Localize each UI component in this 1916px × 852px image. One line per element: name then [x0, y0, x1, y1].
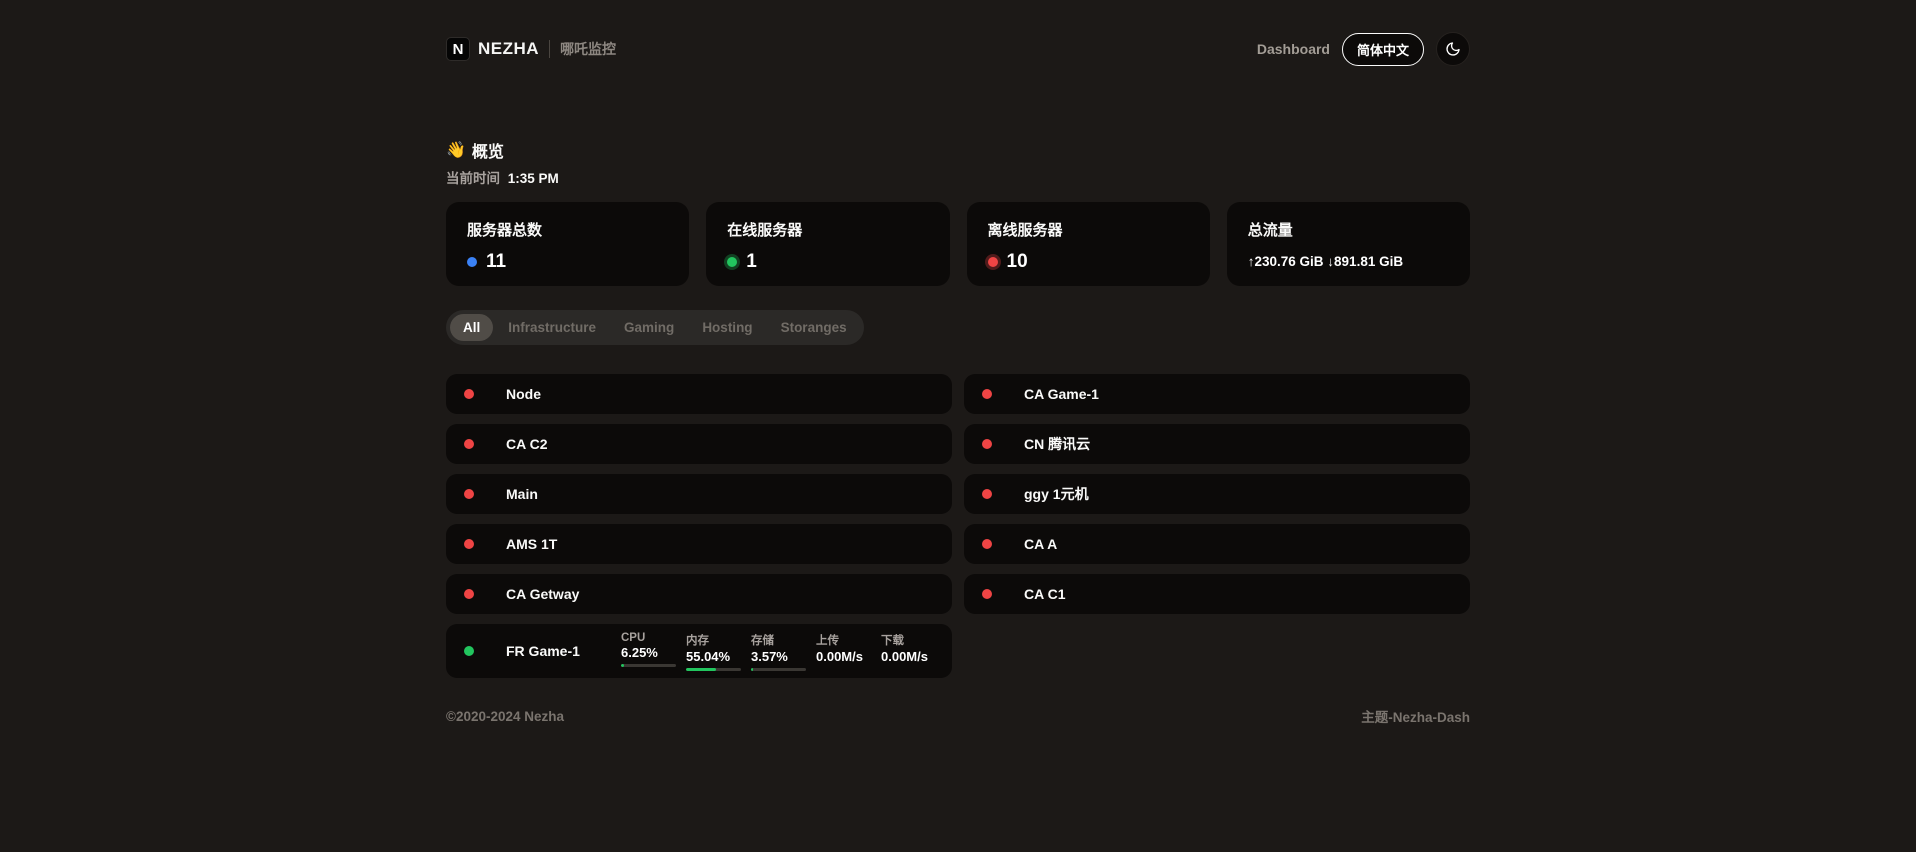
- server-row-fr-game-1[interactable]: FR Game-1 CPU 6.25% 内存 55.04% 存储 3.57%: [446, 624, 952, 678]
- logo-letter: N: [453, 41, 464, 58]
- offline-status-dot: [464, 439, 474, 449]
- stat-card-total-servers[interactable]: 服务器总数 11: [446, 202, 689, 286]
- stat-card-label: 离线服务器: [988, 219, 1189, 240]
- tab-storanges[interactable]: Storanges: [768, 314, 860, 341]
- server-row-ca-game-1[interactable]: CA Game-1: [964, 374, 1470, 414]
- stat-value: 6.25%: [621, 645, 678, 660]
- server-row-cn-tencent[interactable]: CN 腾讯云: [964, 424, 1470, 464]
- online-status-dot: [464, 646, 474, 656]
- offline-status-dot: [982, 439, 992, 449]
- red-status-dot: [988, 257, 998, 267]
- current-time: 当前时间 1:35 PM: [446, 167, 1470, 187]
- server-row-ca-c1[interactable]: CA C1: [964, 574, 1470, 614]
- storage-progress-bar: [751, 668, 806, 671]
- offline-status-dot: [982, 589, 992, 599]
- stat-card-offline-servers[interactable]: 离线服务器 10: [967, 202, 1210, 286]
- tab-hosting[interactable]: Hosting: [689, 314, 765, 341]
- page-title: 👋 概览: [446, 138, 1470, 162]
- stat-card-value: 10: [1007, 251, 1028, 273]
- server-stats: CPU 6.25% 内存 55.04% 存储 3.57% 上传 0.00M/s: [621, 632, 938, 671]
- moon-icon: [1445, 41, 1461, 57]
- server-name: CA A: [1024, 536, 1057, 552]
- language-button[interactable]: 简体中文: [1342, 33, 1424, 66]
- stat-label: 上传: [816, 632, 873, 648]
- server-row-ca-a[interactable]: CA A: [964, 524, 1470, 564]
- server-row-ca-c2[interactable]: CA C2: [446, 424, 952, 464]
- server-name: CA Getway: [506, 586, 579, 602]
- header-actions: Dashboard 简体中文: [1257, 32, 1470, 66]
- blue-status-dot: [467, 257, 477, 267]
- memory-stat: 内存 55.04%: [686, 632, 743, 671]
- stat-label: CPU: [621, 632, 678, 644]
- offline-status-dot: [464, 489, 474, 499]
- stat-value: 0.00M/s: [881, 649, 938, 664]
- time-value: 1:35 PM: [508, 171, 559, 186]
- tab-infrastructure[interactable]: Infrastructure: [495, 314, 609, 341]
- server-name: Main: [506, 486, 538, 502]
- group-filter-tabs: All Infrastructure Gaming Hosting Storan…: [446, 310, 864, 345]
- theme-toggle-button[interactable]: [1436, 32, 1470, 66]
- brand-divider: [549, 40, 550, 58]
- stat-card-label: 服务器总数: [467, 219, 668, 240]
- stat-card-value: 1: [746, 251, 757, 273]
- tab-gaming[interactable]: Gaming: [611, 314, 687, 341]
- header: N NEZHA 哪吒监控 Dashboard 简体中文: [446, 0, 1470, 66]
- main-container: N NEZHA 哪吒监控 Dashboard 简体中文 👋 概览 当前时间: [446, 0, 1470, 726]
- stat-label: 下载: [881, 632, 938, 648]
- server-row-ggy[interactable]: ggy 1元机: [964, 474, 1470, 514]
- offline-status-dot: [982, 489, 992, 499]
- offline-status-dot: [982, 539, 992, 549]
- wave-emoji: 👋: [446, 140, 466, 160]
- brand-name: NEZHA: [478, 39, 539, 59]
- offline-status-dot: [464, 539, 474, 549]
- stat-label: 内存: [686, 632, 743, 648]
- footer: ©2020-2024 Nezha 主题-Nezha-Dash: [446, 706, 1470, 726]
- brand-subtitle: 哪吒监控: [560, 39, 616, 59]
- stat-value: 0.00M/s: [816, 649, 873, 664]
- server-name: AMS 1T: [506, 536, 557, 552]
- server-name: CN 腾讯云: [1024, 434, 1090, 454]
- cpu-stat: CPU 6.25%: [621, 632, 678, 671]
- server-row-ca-getway[interactable]: CA Getway: [446, 574, 952, 614]
- offline-status-dot: [464, 389, 474, 399]
- stat-card-total-traffic[interactable]: 总流量 ↑230.76 GiB ↓891.81 GiB: [1227, 202, 1470, 286]
- dashboard-link[interactable]: Dashboard: [1257, 41, 1330, 57]
- download-stat: 下载 0.00M/s: [881, 632, 938, 671]
- time-label: 当前时间: [446, 171, 500, 186]
- server-row-node[interactable]: Node: [446, 374, 952, 414]
- tab-all[interactable]: All: [450, 314, 493, 341]
- stat-label: 存储: [751, 632, 808, 648]
- cpu-progress-bar: [621, 664, 676, 667]
- offline-status-dot: [464, 589, 474, 599]
- stat-cards: 服务器总数 11 在线服务器 1 离线服务器 10: [446, 202, 1470, 286]
- brand[interactable]: N NEZHA 哪吒监控: [446, 37, 616, 61]
- green-status-dot: [727, 257, 737, 267]
- server-row-main[interactable]: Main: [446, 474, 952, 514]
- stat-value: 55.04%: [686, 649, 743, 664]
- offline-status-dot: [982, 389, 992, 399]
- memory-progress-bar: [686, 668, 741, 671]
- theme-link[interactable]: 主题-Nezha-Dash: [1361, 706, 1470, 726]
- nezha-logo-icon: N: [446, 37, 470, 61]
- stat-card-value: 11: [486, 251, 506, 273]
- overview-section: 👋 概览 当前时间 1:35 PM 服务器总数 11 在线服务器 1: [446, 138, 1470, 286]
- storage-stat: 存储 3.57%: [751, 632, 808, 671]
- server-name: CA C1: [1024, 586, 1066, 602]
- upload-stat: 上传 0.00M/s: [816, 632, 873, 671]
- server-name: FR Game-1: [506, 643, 580, 659]
- server-name: CA C2: [506, 436, 548, 452]
- server-name: CA Game-1: [1024, 386, 1099, 402]
- traffic-value: ↑230.76 GiB ↓891.81 GiB: [1248, 254, 1449, 269]
- overview-title-text: 概览: [472, 138, 504, 162]
- server-name: Node: [506, 386, 541, 402]
- stat-value: 3.57%: [751, 649, 808, 664]
- copyright-text: ©2020-2024 Nezha: [446, 709, 564, 724]
- stat-card-online-servers[interactable]: 在线服务器 1: [706, 202, 949, 286]
- stat-card-label: 总流量: [1248, 219, 1449, 240]
- stat-card-label: 在线服务器: [727, 219, 928, 240]
- server-name: ggy 1元机: [1024, 484, 1089, 504]
- server-row-ams-1t[interactable]: AMS 1T: [446, 524, 952, 564]
- server-list: Node CA Game-1 CA C2 CN 腾讯云 Main ggy 1元机…: [446, 374, 1470, 678]
